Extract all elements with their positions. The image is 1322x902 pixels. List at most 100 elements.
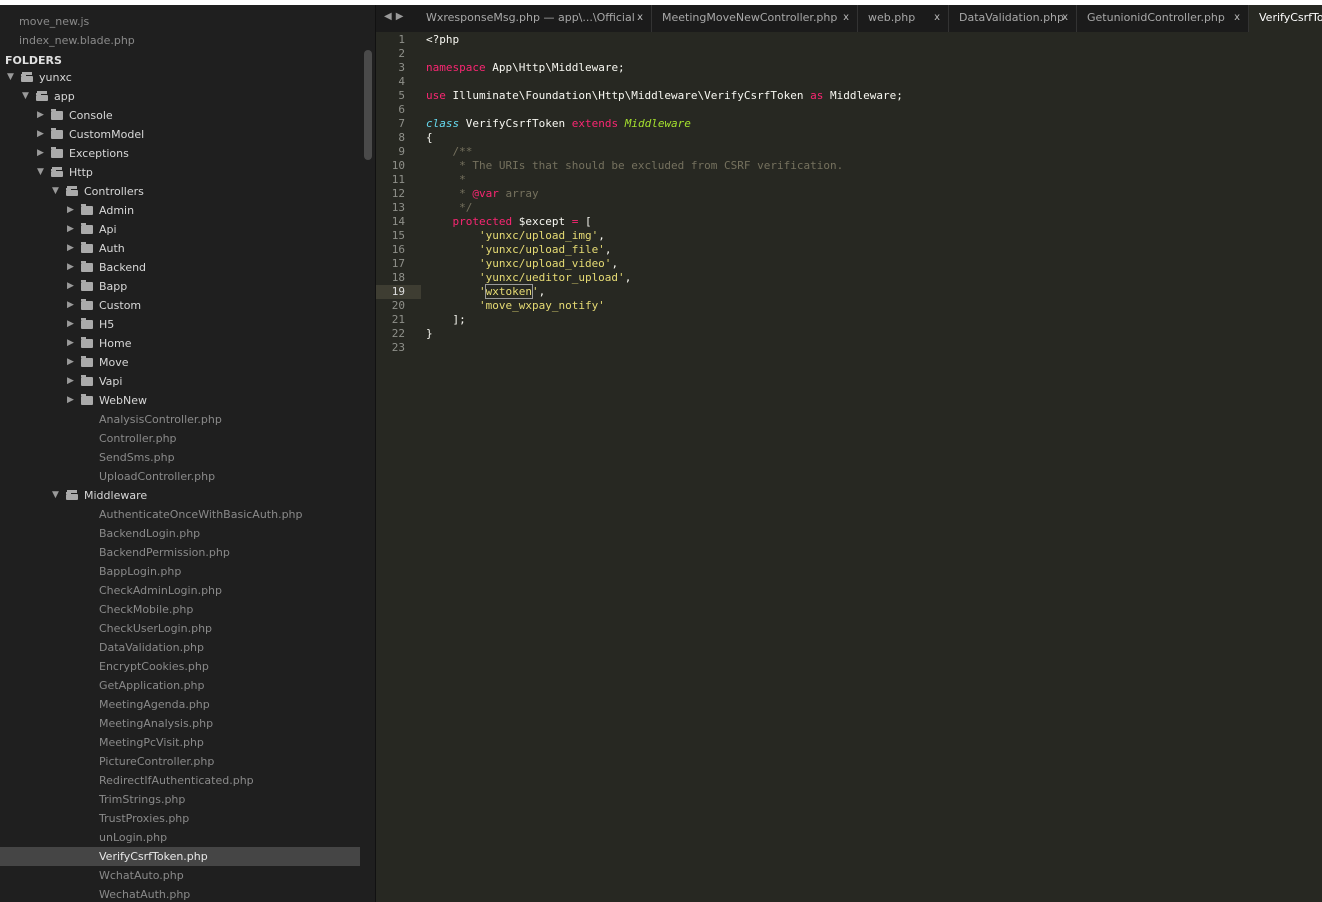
caret-right-icon[interactable]: ▶ (67, 220, 74, 239)
file-item[interactable]: MeetingAgenda.php (0, 695, 360, 714)
sidebar-scrollbar[interactable] (364, 50, 372, 160)
folder-item[interactable]: ▶ Api (0, 220, 360, 239)
caret-right-icon[interactable]: ▶ (37, 125, 44, 144)
close-tab-icon[interactable]: x (1062, 5, 1068, 31)
folder-item[interactable]: ▼ app (0, 87, 360, 106)
caret-right-icon[interactable]: ▶ (67, 372, 74, 391)
code-line[interactable]: 'yunxc/ueditor_upload', (426, 271, 631, 285)
folder-open-icon (66, 186, 78, 196)
file-item[interactable]: AnalysisController.php (0, 410, 360, 429)
code-line[interactable]: } (426, 327, 433, 341)
code-line[interactable]: protected $except = [ (426, 215, 592, 229)
file-item[interactable]: TrustProxies.php (0, 809, 360, 828)
file-item[interactable]: PictureController.php (0, 752, 360, 771)
file-item[interactable]: Controller.php (0, 429, 360, 448)
file-item[interactable]: RedirectIfAuthenticated.php (0, 771, 360, 790)
caret-right-icon[interactable]: ▶ (67, 353, 74, 372)
close-tab-icon[interactable]: x (934, 5, 940, 31)
caret-right-icon[interactable]: ▶ (67, 315, 74, 334)
folder-item[interactable]: ▶ H5 (0, 315, 360, 334)
code-line[interactable]: { (426, 131, 433, 145)
folder-item[interactable]: ▶ CustomModel (0, 125, 360, 144)
caret-right-icon[interactable]: ▶ (67, 277, 74, 296)
file-item[interactable]: BackendLogin.php (0, 524, 360, 543)
code-line[interactable]: * The URIs that should be excluded from … (426, 159, 843, 173)
file-item[interactable]: unLogin.php (0, 828, 360, 847)
file-item[interactable]: SendSms.php (0, 448, 360, 467)
folder-item[interactable]: ▼ yunxc (0, 68, 360, 87)
file-item[interactable]: CheckUserLogin.php (0, 619, 360, 638)
tab-meetingmovenewcontroller[interactable]: MeetingMoveNewController.php x (652, 5, 858, 32)
caret-right-icon[interactable]: ▶ (67, 296, 74, 315)
caret-right-icon[interactable]: ▶ (67, 239, 74, 258)
code-line[interactable]: /** (426, 145, 472, 159)
folder-item[interactable]: ▼ Middleware (0, 486, 360, 505)
code-line[interactable]: */ (426, 201, 472, 215)
folder-item[interactable]: ▶ Backend (0, 258, 360, 277)
file-item[interactable]: TrimStrings.php (0, 790, 360, 809)
close-tab-icon[interactable]: x (637, 5, 643, 31)
file-item[interactable]: DataValidation.php (0, 638, 360, 657)
file-item[interactable]: AuthenticateOnceWithBasicAuth.php (0, 505, 360, 524)
file-item[interactable]: MeetingPcVisit.php (0, 733, 360, 752)
caret-down-icon[interactable]: ▼ (52, 486, 59, 505)
caret-down-icon[interactable]: ▼ (37, 163, 44, 182)
folder-item[interactable]: ▶ Exceptions (0, 144, 360, 163)
folder-item[interactable]: ▶ Home (0, 334, 360, 353)
code-line[interactable]: * (426, 173, 466, 187)
code-line[interactable]: 'move_wxpay_notify' (426, 299, 605, 313)
file-item[interactable]: UploadController.php (0, 467, 360, 486)
code-line[interactable]: <?php (426, 33, 459, 47)
folder-item[interactable]: ▶ Custom (0, 296, 360, 315)
caret-right-icon[interactable]: ▶ (67, 334, 74, 353)
file-item[interactable]: VerifyCsrfToken.php (0, 847, 360, 866)
tab-wxresponsemsg[interactable]: WxresponseMsg.php — app\...\Official x (416, 5, 652, 32)
tab-nav-arrows-icon[interactable]: ◀▶ (384, 11, 407, 22)
code-line[interactable]: 'wxtoken', (426, 284, 545, 299)
file-item[interactable]: BackendPermission.php (0, 543, 360, 562)
folder-item[interactable]: ▶ Vapi (0, 372, 360, 391)
file-item[interactable]: WechatAuth.php (0, 885, 360, 902)
folder-item[interactable]: ▶ Bapp (0, 277, 360, 296)
file-item[interactable]: CheckMobile.php (0, 600, 360, 619)
tab-web[interactable]: web.php x (858, 5, 949, 32)
folder-item[interactable]: ▶ Console (0, 106, 360, 125)
caret-right-icon[interactable]: ▶ (67, 258, 74, 277)
close-tab-icon[interactable]: x (1234, 5, 1240, 31)
caret-down-icon[interactable]: ▼ (52, 182, 59, 201)
caret-down-icon[interactable]: ▼ (7, 68, 14, 87)
folder-item[interactable]: ▶ Move (0, 353, 360, 372)
caret-right-icon[interactable]: ▶ (37, 106, 44, 125)
tab-getunionidcontroller[interactable]: GetunionidController.php x (1077, 5, 1249, 32)
caret-down-icon[interactable]: ▼ (22, 87, 29, 106)
code-line[interactable]: ]; (426, 313, 465, 327)
code-line[interactable]: * @var array (426, 187, 539, 201)
code-editor[interactable]: 1 <?php 2 3 namespace App\Http\Middleware; 4 5… (376, 32, 1322, 902)
code-line[interactable]: use Illuminate\Foundation\Http\Middlewar… (426, 89, 903, 103)
caret-right-icon[interactable]: ▶ (67, 201, 74, 220)
file-item[interactable]: MeetingAnalysis.php (0, 714, 360, 733)
caret-right-icon[interactable]: ▶ (67, 391, 74, 410)
open-file-item[interactable]: index_new.blade.php (0, 31, 360, 50)
open-file-item[interactable]: move_new.js (0, 12, 360, 31)
folder-item[interactable]: ▶ Admin (0, 201, 360, 220)
caret-right-icon[interactable]: ▶ (37, 144, 44, 163)
code-line[interactable]: class VerifyCsrfToken extends Middleware (426, 117, 691, 131)
code-line[interactable]: 'yunxc/upload_file', (426, 243, 611, 257)
file-item[interactable]: EncryptCookies.php (0, 657, 360, 676)
folder-item[interactable]: ▶ Auth (0, 239, 360, 258)
code-line[interactable]: 'yunxc/upload_video', (426, 257, 618, 271)
tab-verifycsrftoken[interactable]: VerifyCsrfToken.php (1249, 5, 1322, 32)
code-line[interactable]: namespace App\Http\Middleware; (426, 61, 625, 75)
close-tab-icon[interactable]: x (843, 5, 849, 31)
file-item[interactable]: CheckAdminLogin.php (0, 581, 360, 600)
tab-datavalidation[interactable]: DataValidation.php x (949, 5, 1077, 32)
folder-item[interactable]: ▼ Controllers (0, 182, 360, 201)
code-line[interactable]: 'yunxc/upload_img', (426, 229, 605, 243)
folder-item[interactable]: ▼ Http (0, 163, 360, 182)
folder-item[interactable]: ▶ WebNew (0, 391, 360, 410)
tree-item-label: Auth (99, 242, 125, 255)
file-item[interactable]: WchatAuto.php (0, 866, 360, 885)
file-item[interactable]: BappLogin.php (0, 562, 360, 581)
file-item[interactable]: GetApplication.php (0, 676, 360, 695)
